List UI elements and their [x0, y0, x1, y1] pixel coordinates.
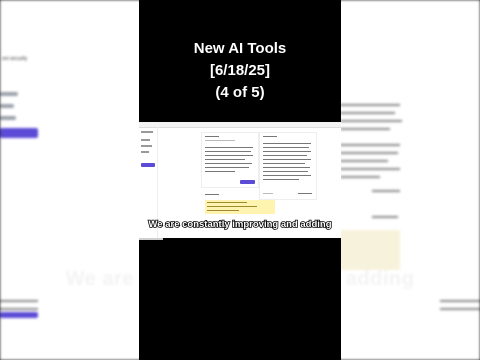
- bg-sidebar-item: [0, 92, 18, 96]
- bg-text-line: [372, 190, 400, 192]
- bg-text-line: [340, 120, 402, 122]
- browser-toolbar: [139, 122, 341, 128]
- sidebar-item: [141, 131, 153, 133]
- video-frame[interactable]: New AI Tools [6/18/25] (4 of 5) We are c…: [139, 0, 341, 360]
- bg-sidebar-item: [0, 104, 14, 108]
- text-line: [263, 163, 305, 165]
- bg-sidebar-title: oni security: [2, 56, 28, 62]
- sidebar-item: [141, 151, 149, 153]
- text-line: [207, 206, 257, 208]
- input-panel: [201, 132, 259, 188]
- text-line: [205, 155, 253, 157]
- title-line-1: New AI Tools: [193, 40, 287, 57]
- text-line: [263, 175, 311, 177]
- text-line: [263, 171, 308, 173]
- text-line: [205, 140, 235, 142]
- sidebar-item: [141, 139, 150, 141]
- bg-text-line: [340, 128, 390, 130]
- text-line: [263, 147, 309, 149]
- text-line: [298, 193, 312, 195]
- sidebar-item: [141, 145, 152, 147]
- bg-text-line: [440, 300, 480, 302]
- panel-heading: [205, 136, 219, 138]
- output-panel: [259, 132, 317, 200]
- bg-text-line: [372, 216, 398, 218]
- video-progress-bar[interactable]: [139, 238, 164, 240]
- title-line-2: [6/18/25]: [209, 62, 271, 79]
- text-line: [207, 202, 247, 204]
- bg-sidebar-button: [0, 312, 38, 318]
- text-line: [263, 167, 310, 169]
- text-line: [263, 179, 299, 181]
- bg-text-line: [340, 168, 400, 170]
- bg-highlight-box: [338, 230, 400, 270]
- submit-button: [240, 180, 255, 184]
- bg-text-line: [340, 144, 400, 146]
- bg-text-line: [0, 308, 38, 310]
- text-line: [205, 147, 253, 149]
- panel-heading: [263, 136, 277, 138]
- bg-text-line: [340, 112, 395, 114]
- text-line: [205, 171, 235, 173]
- text-line: [207, 210, 239, 212]
- text-line: [205, 159, 245, 161]
- title-line-3: (4 of 5): [215, 84, 265, 101]
- bg-text-line: [340, 160, 388, 162]
- text-line: [205, 163, 252, 165]
- subtitle-caption: We are constantly improving and adding: [148, 218, 333, 231]
- bg-text-line: [340, 104, 400, 106]
- text-line: [263, 193, 273, 195]
- text-line: [205, 151, 251, 153]
- text-line: [205, 167, 249, 169]
- text-line: [263, 151, 311, 153]
- bg-text-line: [340, 152, 398, 154]
- section-heading: [205, 194, 219, 196]
- bg-text-line: [0, 300, 38, 302]
- video-title: New AI Tools [6/18/25] (4 of 5): [139, 38, 341, 104]
- text-line: [263, 155, 307, 157]
- text-line: [263, 143, 311, 145]
- bg-sidebar-item: [0, 116, 16, 120]
- text-line: [263, 159, 311, 161]
- bg-text-line: [340, 176, 380, 178]
- sidebar-action-button: [141, 163, 155, 167]
- bg-sidebar-button: [0, 128, 38, 138]
- bg-text-line: [440, 308, 480, 310]
